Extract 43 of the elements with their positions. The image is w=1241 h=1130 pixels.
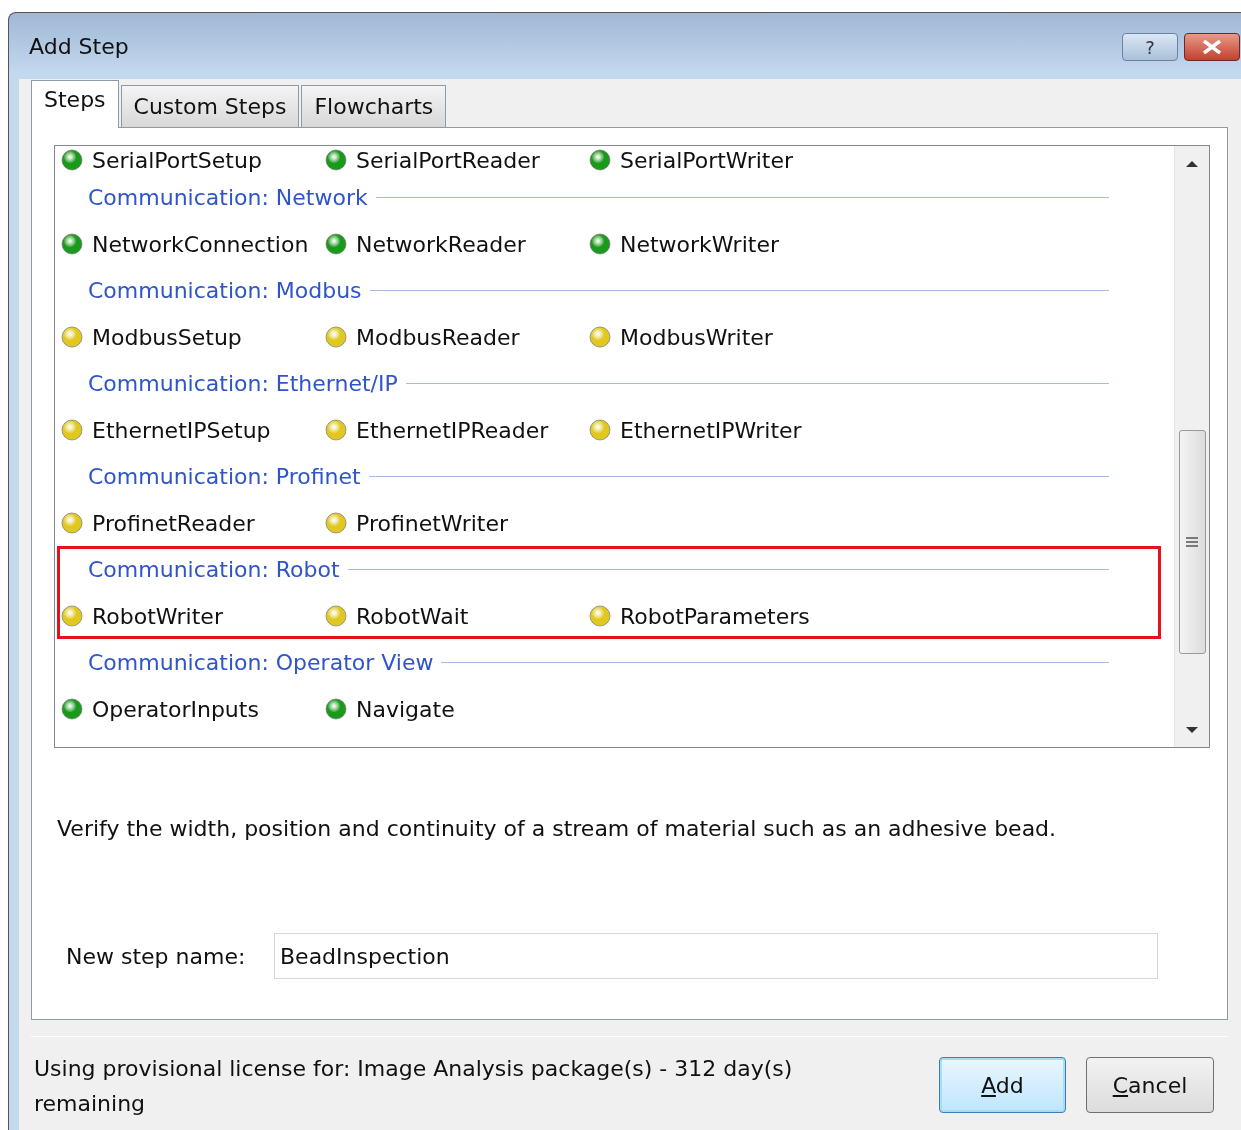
step-item[interactable]: SerialPortWriter [620, 147, 793, 173]
category-header: Communication: Operator View [88, 650, 434, 675]
step-item[interactable]: RobotParameters [620, 603, 810, 629]
step-item[interactable]: NetworkReader [356, 231, 526, 257]
grip-icon [1186, 536, 1198, 548]
step-item[interactable]: NetworkWriter [620, 231, 779, 257]
step-item[interactable]: RobotWait [356, 603, 469, 629]
scroll-up-icon[interactable] [1186, 160, 1198, 168]
step-item[interactable]: EthernetIPSetup [92, 417, 271, 443]
step-item[interactable]: NetworkConnection [92, 231, 309, 257]
step-item[interactable]: ProfinetWriter [356, 510, 508, 536]
tab[interactable]: Steps [31, 80, 119, 128]
field-label: New step name: [66, 943, 247, 969]
step-item[interactable]: ModbusWriter [620, 324, 773, 350]
category-header: Communication: Robot [88, 557, 340, 582]
category-header: Communication: Modbus [88, 278, 362, 303]
tab[interactable]: Custom Steps [120, 85, 300, 128]
window-title: Add Step [29, 33, 129, 59]
scroll-down-icon[interactable] [1186, 726, 1198, 734]
step-item[interactable]: Navigate [356, 696, 455, 722]
step-name-field[interactable]: BeadInspection [274, 933, 1158, 979]
scrollbar[interactable] [1174, 146, 1209, 747]
step-description: Verify the width, position and continuity of a stream of material such as an adhesive bead. [57, 816, 1058, 841]
dialog-button[interactable]: Cancel [1086, 1057, 1214, 1113]
scroll-thumb[interactable] [1178, 430, 1206, 654]
step-item[interactable]: ProfinetReader [92, 510, 255, 536]
category-header: Communication: Profinet [88, 464, 361, 489]
step-item[interactable]: SerialPortSetup [92, 147, 262, 173]
close-icon [1201, 40, 1223, 54]
category-header: Communication: Network [88, 185, 368, 210]
dialog-button[interactable]: Add [939, 1057, 1066, 1113]
step-item[interactable]: OperatorInputs [92, 696, 259, 722]
step-item[interactable]: EthernetIPReader [356, 417, 549, 443]
step-item[interactable]: RobotWriter [92, 603, 223, 629]
step-item[interactable]: ModbusReader [356, 324, 520, 350]
step-item[interactable]: SerialPortReader [356, 147, 540, 173]
close-button[interactable] [1184, 33, 1240, 61]
license-status: Using provisional license for: Image Analysis package(s) - 312 day(s) remaining [34, 1055, 794, 1118]
tab[interactable]: Flowcharts [301, 85, 447, 128]
help-button[interactable]: ? [1122, 33, 1178, 61]
category-header: Communication: Ethernet/IP [88, 371, 398, 396]
step-item[interactable]: ModbusSetup [92, 324, 242, 350]
step-item[interactable]: EthernetIPWriter [620, 417, 802, 443]
